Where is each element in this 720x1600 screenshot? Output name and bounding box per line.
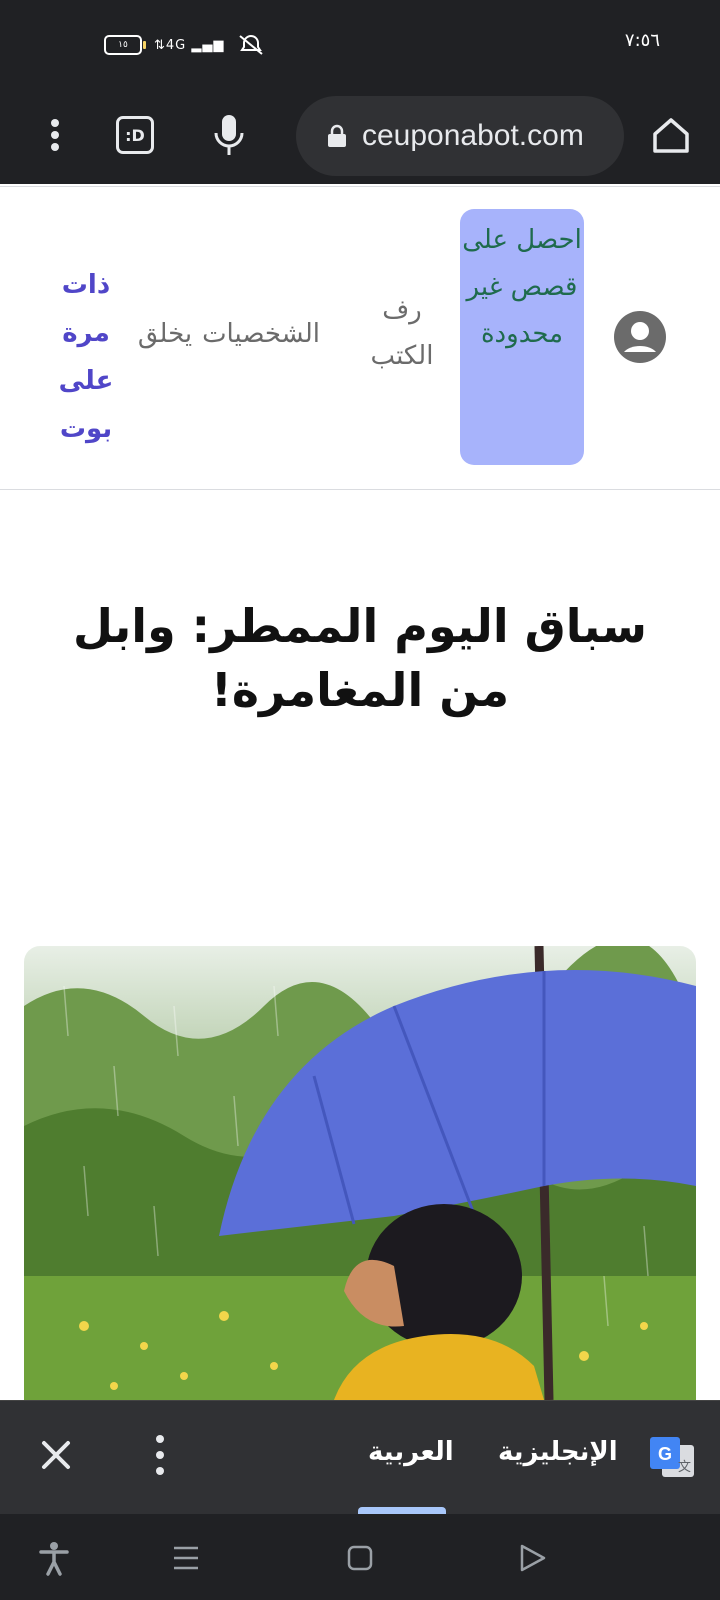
tab-switcher-icon[interactable]: :D: [108, 108, 162, 162]
more-vert-icon[interactable]: [28, 108, 82, 162]
back-button-icon[interactable]: [514, 1540, 550, 1576]
nav-bookshelf-link[interactable]: رف الكتب: [364, 287, 440, 379]
source-language-tab[interactable]: العربية: [368, 1437, 454, 1467]
mute-icon: [239, 35, 264, 55]
story-illustration: [24, 946, 696, 1400]
home-button-icon[interactable]: [342, 1540, 378, 1576]
brand-line-1: ذات مرة: [61, 270, 111, 348]
brand-line-2: على بوت: [58, 366, 114, 444]
account-avatar-icon[interactable]: [614, 311, 666, 363]
network-type: ⇅4G ▂▄▆: [154, 37, 225, 53]
battery-level: ١٥: [118, 40, 128, 50]
accessibility-icon[interactable]: [36, 1540, 72, 1576]
nav-characters-link[interactable]: الشخصيات: [202, 311, 320, 357]
target-language-tab[interactable]: الإنجليزية: [498, 1437, 618, 1467]
url-text: ceuponabot.com: [362, 119, 584, 152]
status-bar: ١٥ ⇅4G ▂▄▆ ٧:٥٦: [0, 0, 720, 88]
site-header: احصل على قصص غير محدودة رف الكتب الشخصيا…: [0, 186, 720, 490]
battery-icon: ١٥: [104, 35, 146, 55]
svg-text:文: 文: [678, 1460, 691, 1475]
svg-text:G: G: [658, 1444, 672, 1464]
mic-icon[interactable]: [202, 108, 256, 162]
clock: ٧:٥٦: [624, 30, 660, 51]
status-icons: ١٥ ⇅4G ▂▄▆: [104, 34, 266, 56]
address-bar[interactable]: ceuponabot.com: [296, 96, 624, 176]
browser-toolbar: :D ceuponabot.com: [0, 88, 720, 184]
lock-icon: [328, 124, 346, 147]
story-title: سباق اليوم الممطر: وابل من المغامرة!: [72, 599, 648, 717]
close-icon[interactable]: [36, 1435, 76, 1475]
get-unlimited-stories-button[interactable]: احصل على قصص غير محدودة: [460, 209, 584, 465]
site-logo[interactable]: ذات مرة على بوت: [34, 261, 138, 453]
home-icon[interactable]: [644, 108, 698, 162]
nav-create-link[interactable]: يخلق: [130, 311, 200, 357]
translate-bar: العربية الإنجليزية G 文: [0, 1400, 720, 1515]
system-nav-bar: [0, 1514, 720, 1600]
tab-switcher-label: :D: [116, 116, 154, 154]
google-translate-icon: G 文: [650, 1437, 694, 1477]
more-vert-icon[interactable]: [148, 1431, 172, 1479]
recent-apps-icon[interactable]: [168, 1540, 204, 1576]
